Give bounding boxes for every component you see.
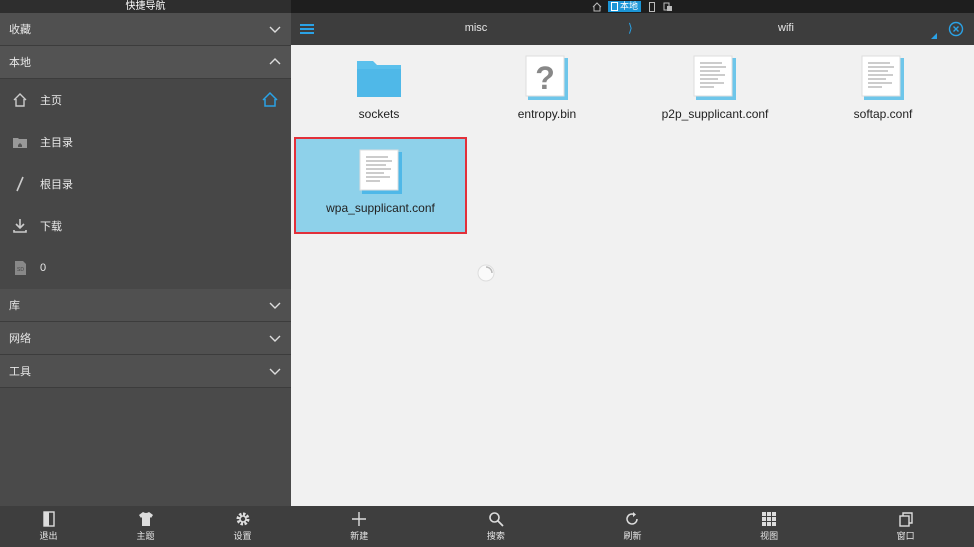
exit-label: 退出 [39, 531, 58, 541]
sidebar-item-label: 0 [40, 262, 47, 274]
section-local-label: 本地 [9, 57, 31, 69]
file-item-unknown[interactable]: ? entropy.bin [462, 45, 632, 137]
dropdown-corner-icon[interactable] [931, 33, 937, 39]
home-icon [11, 91, 29, 109]
highlight-frame [294, 137, 467, 234]
sidebar: 快捷导航 收藏 本地 主页 主目录 根目录 下载 SD 0 库 网络 工具 [0, 0, 291, 547]
refresh-button[interactable]: 刷新 [564, 511, 701, 542]
breadcrumb-separator: ⟩ [628, 21, 633, 35]
new-label: 新建 [350, 531, 369, 541]
section-favorites[interactable]: 收藏 [0, 13, 291, 46]
file-name: sockets [358, 107, 400, 121]
refresh-icon [626, 512, 639, 525]
plus-icon [352, 512, 367, 526]
section-local[interactable]: 本地 [0, 46, 291, 79]
chevron-down-icon [269, 335, 281, 342]
file-item-text[interactable]: p2p_supplicant.conf [630, 45, 800, 137]
breadcrumb-wifi[interactable]: wifi [761, 22, 811, 34]
chevron-up-icon [269, 58, 281, 65]
theme-button[interactable]: 主题 [97, 511, 194, 542]
sidebar-item-label: 根目录 [40, 179, 73, 191]
text-file-icon [861, 55, 904, 100]
menu-icon[interactable] [299, 21, 315, 37]
window-button[interactable]: 窗口 [837, 511, 974, 542]
unknown-file-icon: ? [525, 55, 568, 100]
text-file-icon [693, 55, 736, 100]
slash-icon [11, 175, 29, 193]
breadcrumb-misc[interactable]: misc [451, 22, 501, 34]
section-favorites-label: 收藏 [9, 24, 31, 36]
settings-label: 设置 [233, 531, 252, 541]
sidebar-item-home[interactable]: 主页 [0, 79, 291, 121]
sidebar-bottom-toolbar: 退出 主题 设置 [0, 506, 291, 547]
sidebar-item-root-directory[interactable]: 根目录 [0, 163, 291, 205]
chevron-down-icon [269, 302, 281, 309]
chevron-down-icon [269, 26, 281, 33]
window-status-bar: 本地 [291, 0, 974, 13]
refresh-label: 刷新 [623, 531, 642, 541]
local-window-tab[interactable]: 本地 [607, 1, 641, 12]
windows-icon [898, 512, 913, 527]
sidebar-item-label: 主目录 [40, 137, 73, 149]
file-item-text[interactable]: softap.conf [798, 45, 968, 137]
sidebar-item-home-directory[interactable]: 主目录 [0, 121, 291, 163]
sidebar-item-download[interactable]: 下载 [0, 205, 291, 247]
download-icon [11, 217, 29, 235]
sidebar-item-sdcard[interactable]: SD 0 [0, 247, 291, 289]
set-home-icon[interactable] [261, 91, 279, 109]
chevron-down-icon [269, 368, 281, 375]
file-grid: sockets ? entropy.bin p2p_supplicant.con… [291, 45, 974, 506]
home-icon[interactable] [592, 1, 602, 12]
shirt-icon [138, 512, 153, 526]
multi-window-icon[interactable] [663, 2, 673, 12]
file-name: entropy.bin [517, 107, 577, 121]
grid-icon [762, 512, 777, 526]
gear-icon [236, 512, 249, 526]
window-label: 窗口 [896, 531, 915, 541]
main-bottom-toolbar: 新建 搜索 刷新 视图 窗口 [291, 506, 974, 547]
sidebar-title: 快捷导航 [0, 0, 291, 13]
search-icon [489, 512, 504, 527]
section-tools-label: 工具 [9, 366, 31, 378]
section-network-label: 网络 [9, 333, 31, 345]
phone-icon[interactable] [647, 1, 657, 12]
section-library[interactable]: 库 [0, 289, 291, 322]
sidebar-item-label: 主页 [40, 95, 62, 107]
theme-label: 主题 [136, 531, 155, 541]
svg-text:?: ? [535, 60, 555, 96]
local-window-label: 本地 [619, 1, 638, 11]
sidebar-item-label: 下载 [40, 221, 62, 233]
section-network[interactable]: 网络 [0, 322, 291, 355]
view-label: 视图 [760, 531, 779, 541]
search-button[interactable]: 搜索 [428, 511, 565, 542]
file-name: p2p_supplicant.conf [661, 107, 769, 121]
file-name: softap.conf [853, 107, 913, 121]
tablet-icon [610, 2, 618, 11]
view-button[interactable]: 视图 [701, 511, 838, 542]
new-button[interactable]: 新建 [291, 511, 428, 542]
exit-button[interactable]: 退出 [0, 511, 97, 542]
search-label: 搜索 [486, 531, 505, 541]
sd-card-icon: SD [11, 259, 29, 277]
folder-home-icon [11, 133, 29, 151]
loading-spinner-icon [477, 264, 495, 282]
file-item-folder[interactable]: sockets [294, 45, 464, 137]
settings-button[interactable]: 设置 [194, 511, 291, 542]
exit-icon [42, 511, 55, 527]
svg-text:SD: SD [17, 267, 24, 273]
folder-icon [357, 61, 401, 97]
path-bar: misc ⟩ wifi [291, 13, 974, 45]
section-library-label: 库 [9, 300, 20, 312]
close-icon[interactable] [948, 21, 964, 37]
section-tools[interactable]: 工具 [0, 355, 291, 388]
